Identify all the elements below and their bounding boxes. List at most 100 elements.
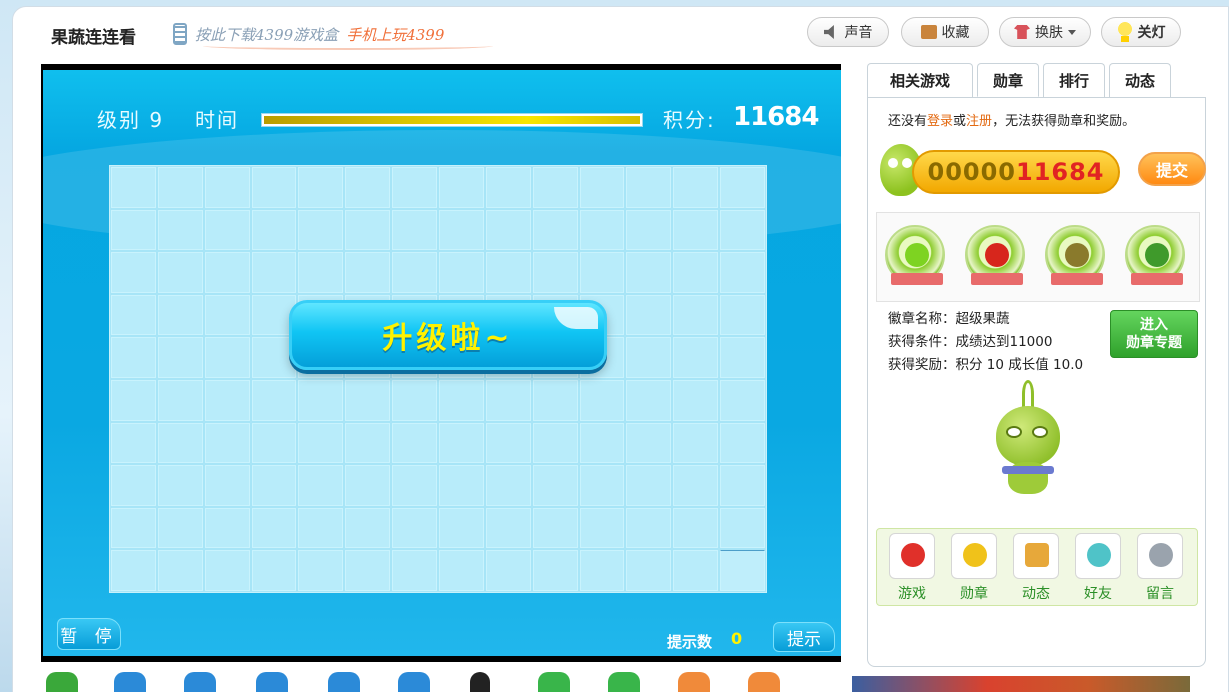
board-cell[interactable]	[439, 422, 484, 464]
board-cell[interactable]	[345, 465, 391, 506]
tab-related-games[interactable]: 相关游戏	[867, 63, 973, 97]
board-cell[interactable]	[626, 167, 672, 208]
board-cell[interactable]	[298, 167, 344, 208]
board-cell[interactable]	[392, 507, 437, 549]
zoom-out-icon[interactable]	[184, 672, 216, 692]
board-cell[interactable]	[111, 507, 156, 549]
board-cell[interactable]	[626, 379, 672, 421]
board-cell[interactable]	[579, 379, 625, 421]
enter-medal-topic-button[interactable]: 进入 勋章专题	[1110, 310, 1198, 358]
board-cell[interactable]	[204, 550, 250, 591]
board-cell[interactable]	[204, 209, 250, 251]
board-cell[interactable]	[204, 507, 250, 549]
board-cell[interactable]	[673, 465, 719, 506]
board-cell[interactable]	[204, 465, 250, 506]
board-cell[interactable]	[298, 379, 344, 421]
board-cell[interactable]	[111, 465, 156, 506]
board-cell[interactable]	[532, 379, 578, 421]
board-cell[interactable]	[439, 507, 484, 549]
board-cell[interactable]	[392, 422, 437, 464]
board-cell[interactable]	[720, 550, 765, 591]
board-cell[interactable]	[720, 507, 765, 549]
board-cell[interactable]	[251, 465, 297, 506]
board-cell[interactable]	[579, 167, 625, 208]
board-cell[interactable]	[439, 209, 484, 251]
favorite-button[interactable]: 收藏	[901, 17, 989, 47]
refresh-icon[interactable]	[46, 672, 78, 692]
board-cell[interactable]	[439, 379, 484, 421]
zoom-in-icon[interactable]	[114, 672, 146, 692]
board-cell[interactable]	[111, 294, 156, 336]
register-link[interactable]: 注册	[966, 114, 992, 129]
board-cell[interactable]	[251, 422, 297, 464]
pause-button[interactable]: 暂 停	[57, 618, 121, 650]
board-cell[interactable]	[204, 252, 250, 293]
board-cell[interactable]	[251, 252, 297, 293]
sound-button[interactable]: 声音	[807, 17, 889, 47]
copy-icon[interactable]	[328, 672, 360, 692]
lights-off-button[interactable]: 关灯	[1101, 17, 1181, 47]
board-cell[interactable]	[298, 252, 344, 293]
board-cell[interactable]	[626, 294, 672, 336]
board-cell[interactable]	[532, 507, 578, 549]
board-cell[interactable]	[485, 465, 531, 506]
login-link[interactable]: 登录	[927, 114, 953, 129]
board-cell[interactable]	[204, 167, 250, 208]
board-cell[interactable]	[673, 209, 719, 251]
board-cell[interactable]	[532, 422, 578, 464]
board-cell[interactable]	[532, 550, 578, 591]
tab-activity[interactable]: 动态	[1109, 63, 1171, 97]
skin-button[interactable]: 换肤	[999, 17, 1091, 47]
board-cell[interactable]	[392, 209, 437, 251]
tab-ranking[interactable]: 排行	[1043, 63, 1105, 97]
board-cell[interactable]	[204, 337, 250, 378]
board-cell[interactable]	[579, 550, 625, 591]
board-cell[interactable]	[345, 507, 391, 549]
board-cell[interactable]	[157, 379, 203, 421]
submit-score-button[interactable]: 提交	[1138, 152, 1206, 186]
board-cell[interactable]	[251, 507, 297, 549]
board-cell[interactable]	[204, 379, 250, 421]
qq-icon[interactable]	[538, 672, 570, 692]
board-cell[interactable]	[579, 252, 625, 293]
board-cell[interactable]	[673, 422, 719, 464]
board-cell[interactable]	[720, 465, 765, 506]
board-cell[interactable]	[345, 209, 391, 251]
board-cell[interactable]	[579, 422, 625, 464]
board-cell[interactable]	[157, 550, 203, 591]
tomato-badge-icon[interactable]	[965, 225, 1025, 285]
mobile-icon[interactable]	[470, 672, 490, 692]
tile-board[interactable]	[109, 165, 767, 593]
quick-link-messages[interactable]: 留言	[1135, 533, 1185, 603]
download-promo-link[interactable]: 按此下载4399游戏盒 手机上玩4399	[173, 20, 493, 50]
board-cell[interactable]	[626, 465, 672, 506]
board-cell[interactable]	[392, 252, 437, 293]
board-cell[interactable]	[345, 252, 391, 293]
board-cell[interactable]	[392, 465, 437, 506]
board-cell[interactable]	[532, 465, 578, 506]
board-cell[interactable]	[485, 167, 531, 208]
board-cell[interactable]	[251, 209, 297, 251]
board-cell[interactable]	[720, 252, 765, 293]
board-cell[interactable]	[532, 167, 578, 208]
vegetables-badge-icon[interactable]	[1125, 225, 1185, 285]
fullscreen-icon[interactable]	[748, 672, 780, 692]
quick-link-activity[interactable]: 动态	[1011, 533, 1061, 603]
game-canvas[interactable]: 级别 9 时间 积分: 11684 升级啦~ 暂 停 提示数 0 提示	[41, 64, 841, 662]
board-cell[interactable]	[111, 337, 156, 378]
board-cell[interactable]	[579, 507, 625, 549]
board-cell[interactable]	[720, 379, 765, 421]
kiwi-badge-icon[interactable]	[1045, 225, 1105, 285]
board-cell[interactable]	[111, 550, 156, 591]
board-cell[interactable]	[720, 294, 765, 336]
board-cell[interactable]	[251, 379, 297, 421]
quick-link-medals[interactable]: 勋章	[949, 533, 999, 603]
board-cell[interactable]	[673, 337, 719, 378]
board-cell[interactable]	[392, 379, 437, 421]
board-cell[interactable]	[157, 209, 203, 251]
board-cell[interactable]	[345, 379, 391, 421]
board-cell[interactable]	[392, 167, 437, 208]
board-cell[interactable]	[298, 550, 344, 591]
board-cell[interactable]	[720, 422, 765, 464]
board-cell[interactable]	[485, 550, 531, 591]
